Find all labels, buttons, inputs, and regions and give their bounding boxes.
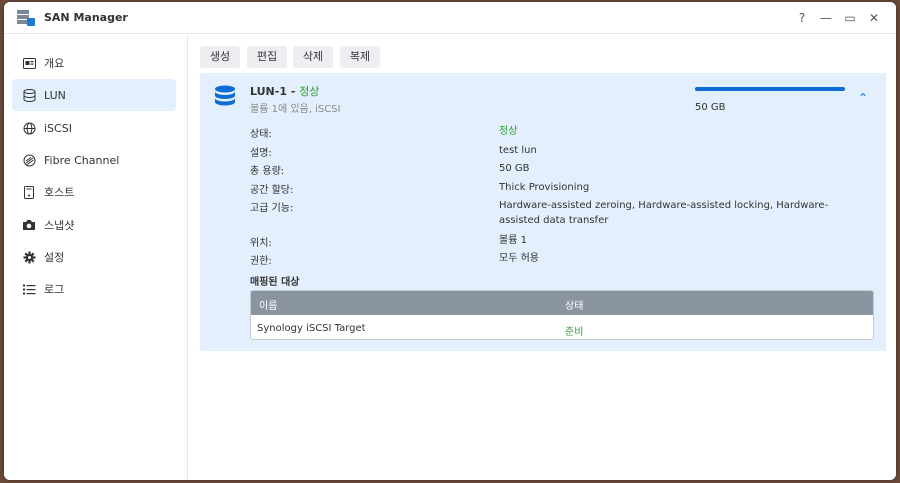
san-manager-app-icon	[17, 10, 35, 26]
close-button[interactable]: ✕	[864, 8, 884, 28]
maximize-button[interactable]: ▭	[840, 8, 860, 28]
create-button[interactable]: 생성	[200, 46, 240, 68]
sidebar-item-snapshot[interactable]: 스냅샷	[12, 209, 176, 241]
clone-button[interactable]: 복제	[340, 46, 380, 68]
sidebar-item-settings[interactable]: 설정	[12, 241, 176, 273]
sidebar-item-label: Fibre Channel	[44, 153, 120, 167]
sidebar-item-lun[interactable]: LUN	[12, 79, 176, 111]
sidebar-item-log[interactable]: 로그	[12, 273, 176, 305]
overview-icon	[22, 56, 36, 70]
sidebar-item-label: 로그	[44, 283, 65, 296]
sidebar-item-label: 호스트	[44, 186, 75, 199]
detail-label-total-capacity: 총 용량:	[250, 166, 285, 177]
detail-value-space-allocation: Thick Provisioning	[499, 182, 590, 193]
lun-title: LUN-1 - 정상	[250, 83, 319, 99]
mapped-targets-title: 매핑된 대상	[250, 277, 300, 288]
detail-value-location: 볼륨 1	[499, 235, 527, 246]
lun-subtitle: 볼륨 1에 있음, iSCSI	[250, 104, 341, 115]
column-header-status[interactable]: 상태	[565, 297, 583, 312]
fibre-channel-icon	[22, 153, 36, 167]
help-button[interactable]: ?	[792, 8, 812, 28]
title-bar: SAN Manager ? — ▭ ✕	[4, 2, 896, 34]
detail-value-total-capacity: 50 GB	[499, 163, 530, 174]
delete-button[interactable]: 삭제	[293, 46, 333, 68]
usage-fill	[695, 87, 845, 91]
list-icon	[22, 282, 36, 296]
app-title: SAN Manager	[44, 11, 128, 24]
edit-button[interactable]: 편집	[247, 46, 287, 68]
globe-icon	[22, 121, 36, 135]
lun-title-separator: -	[286, 85, 300, 98]
database-icon	[215, 85, 235, 106]
sidebar-item-label: iSCSI	[44, 121, 72, 135]
minimize-button[interactable]: —	[816, 8, 836, 28]
sidebar-item-overview[interactable]: 개요	[12, 47, 176, 79]
column-header-name[interactable]: 이름	[259, 297, 277, 312]
table-row[interactable]: Synology iSCSI Target 준비	[251, 315, 873, 339]
detail-value-advanced-features: Hardware-assisted zeroing, Hardware-assi…	[499, 200, 829, 226]
detail-label-description: 설명:	[250, 148, 272, 159]
lun-name: LUN-1	[250, 85, 287, 98]
camera-icon	[22, 218, 36, 232]
sidebar-item-iscsi[interactable]: iSCSI	[12, 112, 176, 144]
table-header: 이름 상태	[251, 291, 873, 315]
usage-label: 50 GB	[695, 102, 726, 113]
collapse-chevron-icon[interactable]: ⌃	[858, 91, 868, 105]
sidebar-item-label: 설정	[44, 251, 65, 264]
detail-value-status: 정상	[499, 126, 518, 137]
sidebar-item-label: 개요	[44, 57, 65, 70]
detail-value-description: test lun	[499, 145, 537, 156]
usage-bar	[695, 87, 845, 91]
database-icon	[22, 88, 36, 102]
cell-target-status: 준비	[565, 327, 584, 338]
sidebar-item-label: LUN	[44, 88, 66, 102]
detail-value-permission: 모두 허용	[499, 253, 539, 264]
detail-label-location: 위치:	[250, 238, 272, 249]
detail-label-status: 상태:	[250, 129, 272, 140]
cell-target-name: Synology iSCSI Target	[257, 323, 366, 334]
sidebar-item-fibre-channel[interactable]: Fibre Channel	[12, 144, 176, 176]
detail-label-advanced-features: 고급 기능:	[250, 203, 294, 214]
gear-icon	[22, 250, 36, 264]
sidebar: 개요 LUN iSCSI Fibre Channel 호스트 스냅샷 설정 로그	[4, 35, 188, 480]
detail-label-space-allocation: 공간 할당:	[250, 185, 294, 196]
sidebar-item-label: 스냅샷	[44, 219, 75, 232]
lun-detail-panel[interactable]: LUN-1 - 정상 볼륨 1에 있음, iSCSI 50 GB ⌃ 상태: 정…	[200, 73, 886, 351]
sidebar-item-host[interactable]: 호스트	[12, 176, 176, 208]
detail-label-permission: 권한:	[250, 256, 272, 267]
mapped-targets-table: 이름 상태 Synology iSCSI Target 준비	[250, 290, 874, 340]
lun-status-inline: 정상	[299, 85, 320, 98]
san-manager-window: SAN Manager ? — ▭ ✕ 개요 LUN iSCSI Fibre C…	[4, 2, 896, 480]
host-icon	[22, 185, 36, 199]
